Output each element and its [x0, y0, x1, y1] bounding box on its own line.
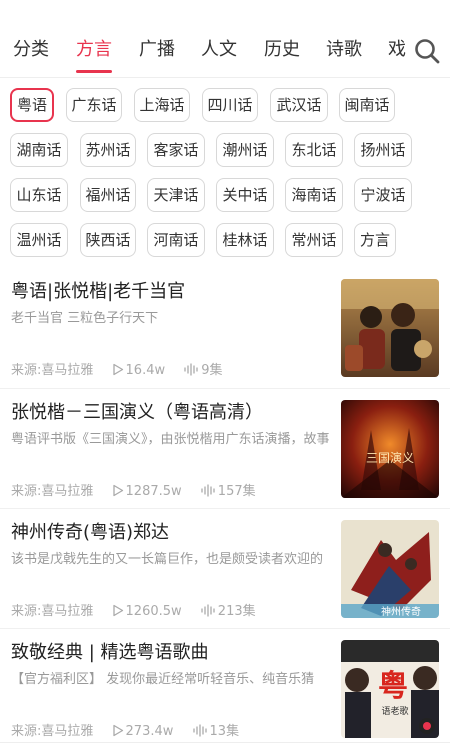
dialect-chip[interactable]: 武汉话	[270, 88, 328, 122]
tab-broadcast[interactable]: 广播	[139, 38, 175, 62]
album-source: 来源:喜马拉雅	[11, 484, 94, 499]
category-tab-bar: 分类 方言 广播 人文 历史 诗歌 戏	[0, 0, 450, 78]
episode-count: 13集	[209, 724, 240, 739]
album-episodes: 13集	[192, 723, 240, 741]
dialect-chip[interactable]: 温州话	[10, 223, 68, 257]
dialect-filter-grid: 粤语 广东话 上海话 四川话 武汉话 闽南话 湖南话 苏州话 客家话 潮州话 东…	[0, 78, 450, 263]
dialect-chip[interactable]: 方言	[354, 223, 396, 257]
dialect-chip[interactable]: 关中话	[216, 178, 274, 212]
dialect-chip[interactable]: 苏州话	[80, 133, 136, 167]
album-episodes: 157集	[200, 483, 256, 501]
album-title: 神州传奇(粤语)郑达	[11, 522, 170, 543]
play-count-icon	[112, 604, 123, 617]
tab-category[interactable]: 分类	[13, 38, 49, 62]
album-description: 该书是戊戟先生的又一长篇巨作，也是颇受读者欢迎的	[11, 552, 324, 567]
dialect-chip[interactable]: 山东话	[10, 178, 68, 212]
dialect-chip[interactable]: 闽南话	[339, 88, 395, 122]
album-cover: 三国演义	[341, 400, 439, 498]
dialect-chip[interactable]: 潮州话	[216, 133, 274, 167]
dialect-chip[interactable]: 河南话	[147, 223, 205, 257]
album-cover: 神州传奇	[341, 520, 439, 618]
tab-poetry[interactable]: 诗歌	[326, 38, 362, 62]
cover-caption: 三国演义	[366, 450, 414, 465]
dialect-chip[interactable]: 桂林话	[216, 223, 274, 257]
album-plays: 273.4w	[112, 723, 174, 741]
album-description: 老千当官 三粒色子行天下	[11, 311, 159, 326]
album-description: 粤语评书版《三国演义》，由张悦楷用广东话演播，故事	[11, 432, 330, 447]
sound-wave-icon	[201, 484, 215, 497]
bottom-navigation-bar	[0, 742, 450, 750]
album-item[interactable]: 粤语|张悦楷|老千当官 老千当官 三粒色子行天下 来源:喜马拉雅 16.4w 9…	[0, 268, 450, 388]
episode-count: 157集	[217, 484, 256, 499]
search-icon	[415, 39, 440, 64]
album-episodes: 9集	[183, 362, 223, 380]
album-source: 来源:喜马拉雅	[11, 363, 94, 378]
play-count: 16.4w	[125, 363, 166, 378]
search-button[interactable]	[412, 36, 442, 66]
dialect-chip[interactable]: 湖南话	[10, 133, 68, 167]
album-item[interactable]: 张悦楷－三国演义（粤语高清） 粤语评书版《三国演义》，由张悦楷用广东话演播，故事…	[0, 388, 450, 508]
dialect-chip[interactable]: 东北话	[285, 133, 343, 167]
category-tabs: 分类 方言 广播 人文 历史 诗歌 戏	[0, 0, 408, 78]
dialect-chip[interactable]: 陕西话	[80, 223, 136, 257]
dialect-chip[interactable]: 常州话	[285, 223, 343, 257]
dialect-chip[interactable]: 福州话	[80, 178, 136, 212]
tab-history[interactable]: 历史	[264, 38, 300, 62]
album-cover	[341, 279, 439, 377]
album-plays: 16.4w	[112, 362, 166, 380]
sound-wave-icon	[201, 604, 215, 617]
play-count-icon	[112, 363, 123, 376]
album-item[interactable]: 致敬经典 | 精选粤语歌曲 【官方福利区】 发现你最近经常听轻音乐、纯音乐猜 来…	[0, 628, 450, 748]
album-title: 致敬经典 | 精选粤语歌曲	[11, 642, 209, 663]
play-count: 1260.5w	[125, 604, 182, 619]
sound-wave-icon	[192, 724, 207, 737]
cover-caption: 粤	[378, 669, 408, 704]
album-cover: 粤 语老歌	[341, 640, 439, 738]
play-count: 1287.5w	[125, 484, 182, 499]
episode-count: 213集	[217, 604, 256, 619]
dialect-chip[interactable]: 上海话	[134, 88, 190, 122]
dialect-chip[interactable]: 海南话	[285, 178, 343, 212]
album-meta: 来源:喜马拉雅 1260.5w 213集	[11, 603, 270, 622]
album-title: 张悦楷－三国演义（粤语高清）	[11, 402, 263, 423]
play-count: 273.4w	[125, 724, 174, 739]
album-meta: 来源:喜马拉雅 273.4w 13集	[11, 723, 253, 742]
dialect-chip[interactable]: 扬州话	[354, 133, 412, 167]
active-tab-indicator	[76, 70, 112, 73]
cover-subcaption: 语老歌	[381, 705, 408, 717]
tab-opera[interactable]: 戏	[388, 38, 406, 62]
dialect-chip[interactable]: 客家话	[147, 133, 205, 167]
album-meta: 来源:喜马拉雅 16.4w 9集	[11, 362, 237, 381]
album-plays: 1287.5w	[112, 483, 182, 501]
play-count-icon	[112, 484, 123, 497]
album-title: 粤语|张悦楷|老千当官	[11, 281, 186, 302]
dialect-chip[interactable]: 四川话	[202, 88, 258, 122]
album-source: 来源:喜马拉雅	[11, 724, 94, 739]
sound-wave-icon	[184, 363, 198, 376]
album-source: 来源:喜马拉雅	[11, 604, 94, 619]
album-item[interactable]: 神州传奇(粤语)郑达 该书是戊戟先生的又一长篇巨作，也是颇受读者欢迎的 来源:喜…	[0, 508, 450, 628]
album-plays: 1260.5w	[112, 603, 182, 621]
album-episodes: 213集	[200, 603, 256, 621]
album-description: 【官方福利区】 发现你最近经常听轻音乐、纯音乐猜	[11, 672, 315, 687]
cover-caption: 神州传奇	[381, 605, 421, 618]
dialect-chip[interactable]: 宁波话	[354, 178, 412, 212]
tab-dialect[interactable]: 方言	[76, 38, 112, 62]
episode-count: 9集	[201, 363, 223, 378]
dialect-chip[interactable]: 天津话	[147, 178, 205, 212]
dialect-chip[interactable]: 广东话	[66, 88, 122, 122]
tab-humanities[interactable]: 人文	[201, 38, 237, 62]
album-meta: 来源:喜马拉雅 1287.5w 157集	[11, 483, 270, 502]
play-count-icon	[112, 724, 123, 737]
dialect-chip[interactable]: 粤语	[10, 88, 54, 122]
